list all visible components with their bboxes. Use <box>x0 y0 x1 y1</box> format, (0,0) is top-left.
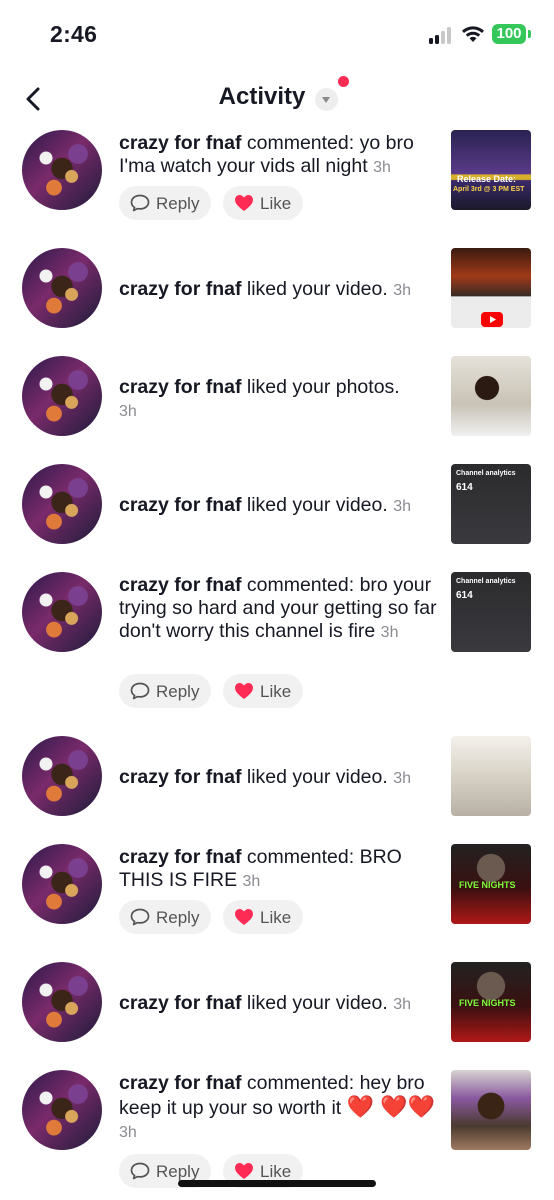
heart-emoji: ❤️ ❤️❤️ <box>346 1094 435 1119</box>
comment-bubble-icon <box>130 194 150 212</box>
like-button[interactable]: Like <box>223 186 303 220</box>
timestamp: 3h <box>242 873 261 890</box>
avatar[interactable] <box>22 130 102 210</box>
heart-icon <box>235 195 253 211</box>
avatar[interactable] <box>22 356 102 436</box>
video-thumbnail[interactable]: Release Date: April 3rd @ 3 PM EST <box>451 130 531 210</box>
username[interactable]: crazy for fnaf <box>119 992 241 1014</box>
reply-label: Reply <box>156 194 200 213</box>
battery-tip <box>528 30 531 38</box>
thumbnail-caption: April 3rd @ 3 PM EST <box>453 186 525 193</box>
timestamp: 3h <box>119 1124 137 1141</box>
avatar[interactable] <box>22 844 102 924</box>
activity-text: crazy for fnaf liked your photos. 3h <box>119 376 437 423</box>
activity-text: crazy for fnaf liked your video. 3h <box>119 494 437 518</box>
avatar[interactable] <box>22 464 102 544</box>
activity-text: crazy for fnaf commented: bro your tryin… <box>119 574 437 644</box>
video-thumbnail[interactable] <box>451 736 531 816</box>
photo-thumbnail[interactable] <box>451 356 531 436</box>
thumbnail-caption: FIVE NIGHTS <box>459 880 516 890</box>
reply-button[interactable]: Reply <box>119 186 211 220</box>
cellular-signal-icon <box>429 26 455 44</box>
reply-button[interactable]: Reply <box>119 900 211 934</box>
battery-indicator: 100 <box>492 24 526 44</box>
username[interactable]: crazy for fnaf <box>119 376 241 398</box>
notification-dot <box>338 76 349 87</box>
video-thumbnail[interactable]: Channel analytics 614 <box>451 572 531 652</box>
comment-bubble-icon <box>130 908 150 926</box>
avatar[interactable] <box>22 962 102 1042</box>
video-thumbnail[interactable]: FIVE NIGHTS <box>451 962 531 1042</box>
username[interactable]: crazy for fnaf <box>119 1072 241 1094</box>
thumbnail-caption: Release Date: <box>457 174 517 184</box>
avatar[interactable] <box>22 736 102 816</box>
activity-text: crazy for fnaf commented: yo bro I'ma wa… <box>119 132 437 179</box>
thumbnail-caption: Channel analytics <box>456 470 516 477</box>
heart-icon <box>235 909 253 925</box>
status-time: 2:46 <box>50 21 98 47</box>
play-icon <box>481 312 503 327</box>
activity-message: liked your photos. <box>241 376 400 398</box>
thumbnail-caption: Channel analytics <box>456 578 516 585</box>
video-thumbnail[interactable] <box>451 248 531 328</box>
thumbnail-caption: 614 <box>456 590 473 601</box>
avatar[interactable] <box>22 572 102 652</box>
status-bar: 2:46 100 <box>0 0 554 70</box>
timestamp: 3h <box>119 403 137 420</box>
header: Activity <box>0 70 554 128</box>
avatar[interactable] <box>22 248 102 328</box>
like-label: Like <box>260 194 292 213</box>
activity-message: liked your video. <box>241 494 394 516</box>
like-label: Like <box>260 1162 292 1181</box>
like-label: Like <box>260 908 292 927</box>
like-button[interactable]: Like <box>223 674 303 708</box>
thumbnail-caption: FIVE NIGHTS <box>459 998 516 1008</box>
like-label: Like <box>260 682 292 701</box>
avatar[interactable] <box>22 1070 102 1150</box>
timestamp: 3h <box>393 282 411 299</box>
thumbnail-caption: 614 <box>456 482 473 493</box>
timestamp: 3h <box>373 159 391 176</box>
activity-text: crazy for fnaf commented: BRO THIS IS FI… <box>119 846 437 893</box>
page-title[interactable]: Activity <box>0 83 524 111</box>
timestamp: 3h <box>393 498 411 515</box>
activity-text: crazy for fnaf liked your video. 3h <box>119 766 437 790</box>
video-thumbnail[interactable]: Channel analytics 614 <box>451 464 531 544</box>
activity-message: liked your video. <box>241 992 394 1014</box>
username[interactable]: crazy for fnaf <box>119 494 241 516</box>
timestamp: 3h <box>380 624 399 641</box>
reply-button[interactable]: Reply <box>119 674 211 708</box>
activity-text: crazy for fnaf commented: hey bro keep i… <box>119 1072 437 1144</box>
reply-label: Reply <box>156 908 200 927</box>
like-button[interactable]: Like <box>223 900 303 934</box>
comment-bubble-icon <box>130 682 150 700</box>
wifi-icon <box>462 26 484 42</box>
timestamp: 3h <box>393 770 411 787</box>
home-indicator <box>178 1180 376 1187</box>
username[interactable]: crazy for fnaf <box>119 574 241 596</box>
comment-bubble-icon <box>130 1162 150 1180</box>
activity-text: crazy for fnaf liked your video. 3h <box>119 278 437 302</box>
activity-text: crazy for fnaf liked your video. 3h <box>119 992 437 1016</box>
video-thumbnail[interactable] <box>451 1070 531 1150</box>
heart-icon <box>235 1163 253 1179</box>
activity-message: liked your video. <box>241 766 394 788</box>
heart-icon <box>235 683 253 699</box>
reply-label: Reply <box>156 1162 200 1181</box>
username[interactable]: crazy for fnaf <box>119 132 241 154</box>
video-thumbnail[interactable]: FIVE NIGHTS <box>451 844 531 924</box>
reply-label: Reply <box>156 682 200 701</box>
username[interactable]: crazy for fnaf <box>119 846 241 868</box>
timestamp: 3h <box>393 996 411 1013</box>
username[interactable]: crazy for fnaf <box>119 278 241 300</box>
filter-dropdown-icon[interactable] <box>315 88 338 111</box>
username[interactable]: crazy for fnaf <box>119 766 241 788</box>
activity-message: liked your video. <box>241 278 394 300</box>
